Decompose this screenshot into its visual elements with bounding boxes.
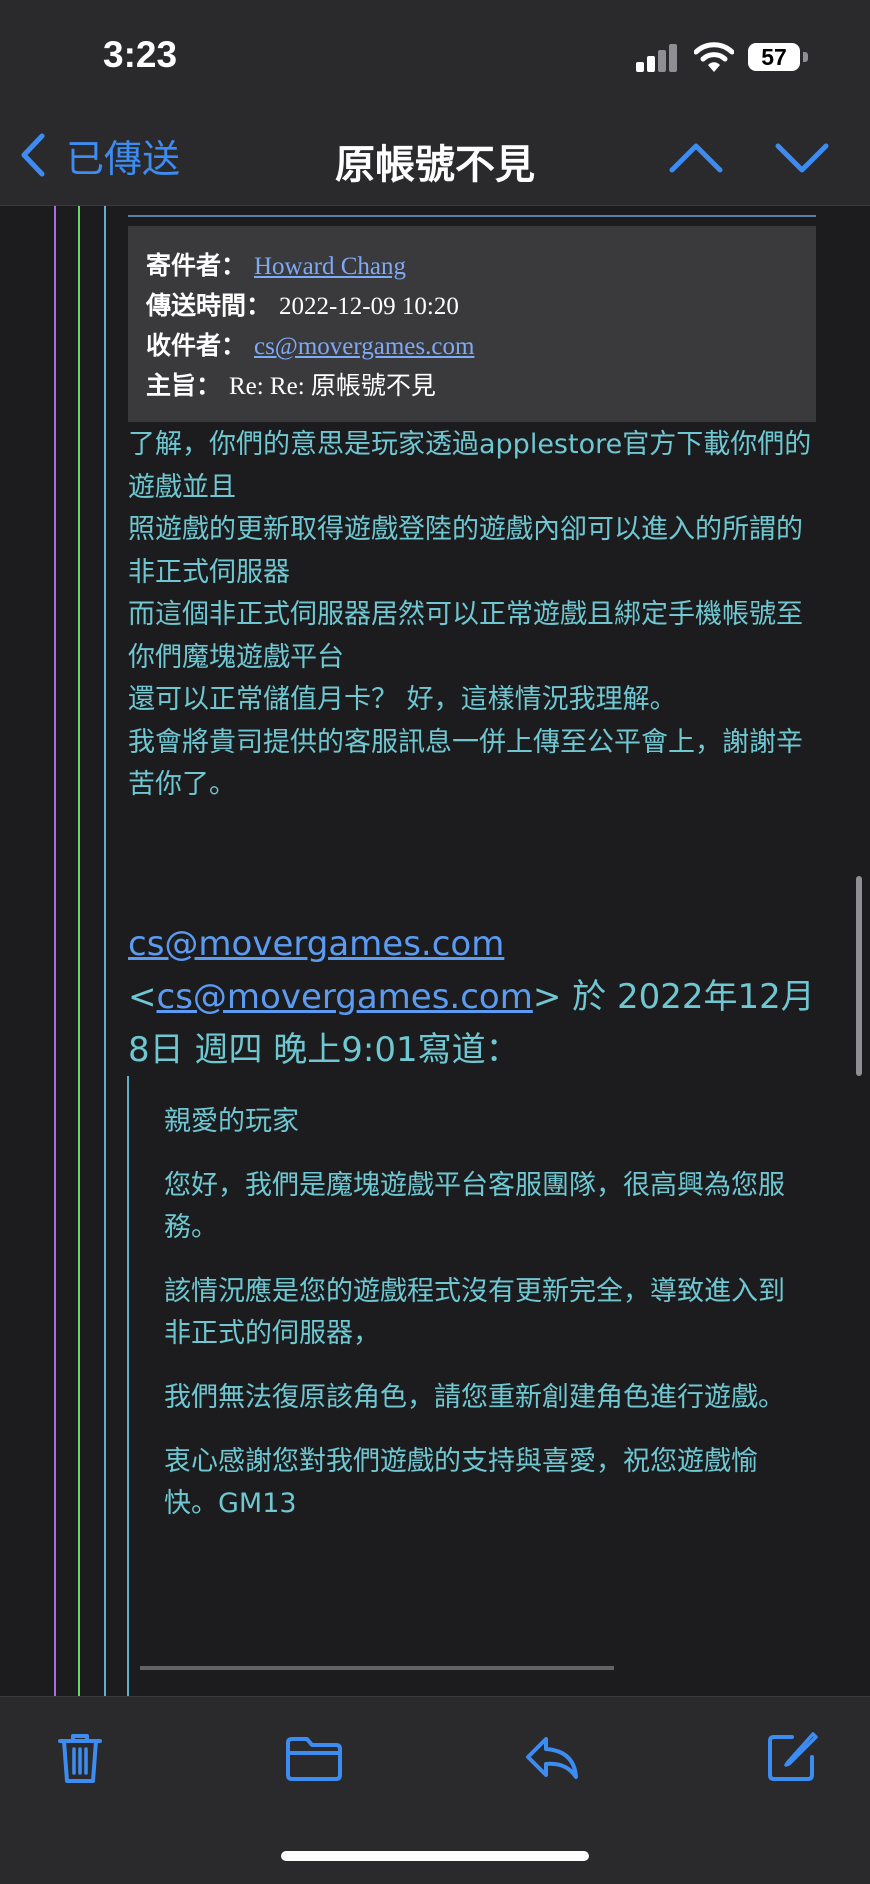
quote-attribution: cs@movergames.com <cs@movergames.com> 於 …: [128, 918, 828, 1077]
quote-bar: [127, 1076, 129, 1696]
previous-message-icon[interactable]: [668, 132, 724, 182]
reply-text: 了解，你們的意思是玩家透過applestore官方下載你們的遊戲並且 照遊戲的更…: [128, 424, 818, 807]
reply-line: 我會將貴司提供的客服訊息一併上傳至公平會上，謝謝辛苦你了。: [128, 726, 803, 801]
trash-icon[interactable]: [52, 1729, 108, 1785]
sender-email-link[interactable]: cs@movergames.com: [157, 977, 533, 1017]
reply-line: 還可以正常儲值月卡？ 好，這樣情況我理解。: [128, 684, 677, 715]
page-title: 原帳號不見: [335, 142, 535, 188]
reply-line: 了解，你們的意思是玩家透過applestore官方下載你們的遊戲並且: [128, 429, 812, 503]
subject-row: 主旨： Re: Re: 原帳號不見: [146, 366, 436, 402]
quoted-message: 親愛的玩家 您好，我們是魔塊遊戲平台客服團隊，很高興為您服務。 該情況應是您的遊…: [164, 1101, 804, 1547]
sent-row: 傳送時間： 2022-12-09 10:20: [146, 286, 459, 322]
from-link[interactable]: Howard Chang: [254, 253, 406, 280]
quoted-paragraph: 衷心感謝您對我們遊戲的支持與喜愛，祝您遊戲愉快。GM13: [164, 1446, 758, 1519]
wifi-icon: [694, 42, 734, 72]
reply-line: 而這個非正式伺服器居然可以正常遊戲且綁定手機帳號至你們魔塊遊戲平台: [128, 599, 803, 673]
open-bracket: <: [128, 977, 157, 1017]
quoted-paragraph: 親愛的玩家: [164, 1106, 299, 1137]
bottom-toolbar: [0, 1696, 870, 1884]
subject-label: 主旨：: [146, 371, 222, 400]
next-message-icon[interactable]: [774, 132, 830, 182]
battery-icon: 57: [748, 43, 800, 71]
sent-label: 傳送時間：: [146, 291, 272, 320]
header-divider: [128, 215, 816, 217]
quoted-paragraph: 我們無法復原該角色，請您重新創建角色進行遊戲。: [164, 1382, 785, 1413]
folder-icon[interactable]: [286, 1729, 342, 1785]
reply-line: 照遊戲的更新取得遊戲登陸的遊戲內卻可以進入的所謂的非正式伺服器: [128, 514, 803, 588]
to-label: 收件者：: [146, 331, 247, 360]
quoted-paragraph: 您好，我們是魔塊遊戲平台客服團隊，很高興為您服務。: [164, 1170, 785, 1243]
nav-bar: 已傳送 原帳號不見: [0, 110, 870, 206]
sender-name-link[interactable]: cs@movergames.com: [128, 924, 504, 964]
scrollbar[interactable]: [856, 876, 862, 1076]
from-label: 寄件者：: [146, 251, 247, 280]
reply-icon[interactable]: [524, 1729, 580, 1785]
from-row: 寄件者： Howard Chang: [146, 246, 406, 282]
status-time: 3:23: [103, 34, 178, 75]
cellular-signal-icon: [636, 42, 680, 72]
sent-value: 2022-12-09 10:20: [278, 293, 459, 320]
home-indicator: [281, 1851, 589, 1861]
message-body[interactable]: 寄件者： Howard Chang 傳送時間： 2022-12-09 10:20…: [0, 206, 870, 1696]
to-link[interactable]: cs@movergames.com: [254, 333, 474, 360]
status-bar: 3:23 57: [0, 0, 870, 110]
quote-bar: [78, 206, 80, 1696]
signature-divider: [140, 1666, 614, 1670]
quote-bar: [54, 206, 56, 1696]
to-row: 收件者： cs@movergames.com: [146, 326, 474, 362]
quote-bar: [104, 206, 106, 1696]
compose-icon[interactable]: [764, 1729, 820, 1785]
quoted-paragraph: 該情況應是您的遊戲程式沒有更新完全，導致進入到非正式的伺服器，: [164, 1276, 785, 1349]
subject-value: Re: Re: 原帳號不見: [228, 373, 436, 400]
forwarded-header: 寄件者： Howard Chang 傳送時間： 2022-12-09 10:20…: [128, 226, 816, 422]
battery-tip: [803, 52, 808, 62]
